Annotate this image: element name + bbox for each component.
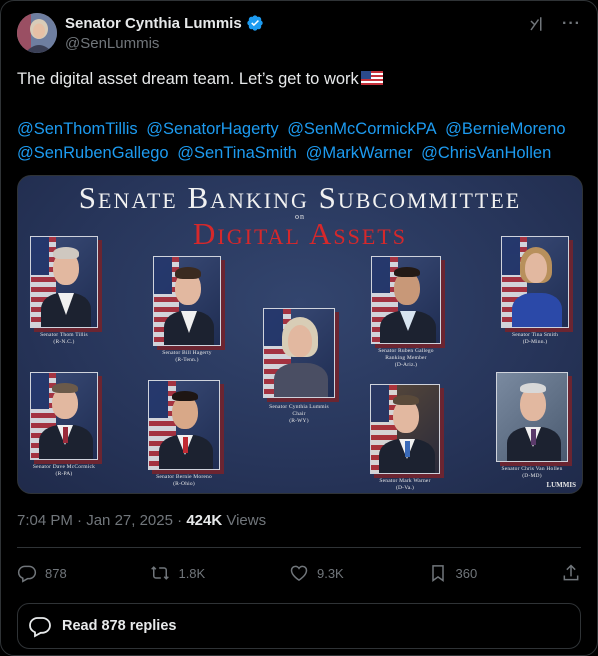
action-bar: 878 1.8K 9.3K 360 — [17, 559, 581, 587]
portrait-warner: Senator Mark Warner (D-Va.) — [370, 384, 440, 491]
author-avatar[interactable] — [17, 13, 57, 53]
portrait-vanhollen: Senator Chris Van Hollen (D-MD) — [496, 372, 568, 479]
tweet-header: Senator Cynthia Lummis @SenLummis ··· — [17, 13, 581, 55]
mention-link[interactable]: @SenatorHagerty — [146, 120, 278, 138]
banner-subtitle: Digital Assets — [193, 216, 407, 251]
watermark-logo: LUMMIS — [546, 481, 576, 489]
repost-count: 1.8K — [178, 565, 206, 581]
bookmark-count: 360 — [455, 565, 478, 581]
portrait-caption: Senator Tina Smith (D-Minn.) — [511, 332, 559, 345]
author-name-row[interactable]: Senator Cynthia Lummis — [65, 14, 264, 32]
mention-link[interactable]: @SenMcCormickPA — [287, 120, 436, 138]
author-display-name[interactable]: Senator Cynthia Lummis — [65, 15, 242, 32]
banner-title: Senate Banking Subcommittee — [78, 180, 522, 215]
portrait-lummis: Senator Cynthia Lummis Chair (R-WY) — [263, 308, 335, 424]
tweet-time[interactable]: 7:04 PM — [17, 512, 73, 529]
tweet-text: The digital asset dream team. Let’s get … — [17, 67, 581, 91]
repost-button[interactable]: 1.8K — [150, 563, 205, 583]
us-flag-icon — [360, 71, 383, 85]
portrait-caption: Senator Cynthia Lummis Chair (R-WY) — [269, 404, 329, 424]
tweet-meta: 7:04 PM · Jan 27, 2025 · 424K Views — [17, 512, 266, 529]
bookmark-button[interactable]: 360 — [428, 563, 478, 583]
tweet-body: The digital asset dream team. Let’s get … — [17, 70, 359, 88]
more-options-icon[interactable]: ··· — [562, 15, 581, 33]
views-label: Views — [222, 512, 267, 529]
views-count[interactable]: 424K — [186, 512, 222, 529]
share-button[interactable] — [561, 563, 581, 583]
portrait-caption: Senator Dave McCormick (R-PA) — [32, 464, 96, 477]
like-count: 9.3K — [316, 565, 344, 581]
read-replies-label: Read 878 replies — [62, 618, 177, 634]
portrait-caption: Senator Ruben Gallego Ranking Member (D-Ar… — [378, 348, 434, 368]
author-handle[interactable]: @SenLummis — [65, 35, 264, 52]
divider — [17, 547, 581, 548]
mention-link[interactable]: @BernieMoreno — [445, 120, 565, 138]
mention-link[interactable]: @ChrisVanHollen — [421, 144, 551, 162]
portrait-gallego: Senator Ruben Gallego Ranking Member (D-Ar… — [371, 256, 441, 368]
mention-link[interactable]: @MarkWarner — [306, 144, 413, 162]
reply-icon — [17, 565, 37, 583]
tweet-card: Senator Cynthia Lummis @SenLummis ··· Th… — [0, 0, 598, 656]
bookmark-icon — [431, 565, 444, 582]
portrait-caption: Senator Thom Tillis (R-N.C.) — [40, 332, 88, 345]
portrait-moreno: Senator Bernie Moreno (R-Ohio) — [148, 380, 220, 487]
portrait-hagerty: Senator Bill Hagerty (R-Tenn.) — [153, 256, 221, 363]
tweet-media-image[interactable]: Senate Banking Subcommittee on Digital A… — [17, 175, 583, 494]
reply-count: 878 — [45, 565, 67, 581]
mention-link[interactable]: @SenThomTillis — [17, 120, 138, 138]
heart-icon — [290, 565, 308, 581]
replies-bubble-icon — [29, 617, 51, 638]
share-icon — [563, 564, 579, 581]
meta-separator: · — [172, 512, 187, 529]
meta-separator: · — [72, 512, 87, 529]
verified-badge-icon — [247, 15, 263, 31]
portrait-caption: Senator Bernie Moreno (R-Ohio) — [156, 474, 212, 487]
grok-icon[interactable] — [528, 15, 546, 33]
tweet-date[interactable]: Jan 27, 2025 — [86, 512, 173, 529]
portrait-mccormick: Senator Dave McCormick (R-PA) — [30, 372, 98, 477]
reply-button[interactable]: 878 — [17, 563, 67, 583]
portrait-caption: Senator Chris Van Hollen (D-MD) — [501, 466, 563, 479]
portrait-caption: Senator Mark Warner (D-Va.) — [379, 478, 431, 491]
mention-link[interactable]: @SenRubenGallego — [17, 144, 169, 162]
like-button[interactable]: 9.3K — [289, 563, 344, 583]
repost-icon — [151, 566, 170, 580]
read-replies-button[interactable]: Read 878 replies — [17, 603, 581, 649]
portrait-smith: Senator Tina Smith (D-Minn.) — [501, 236, 569, 345]
mentions-block: @SenThomTillis @SenatorHagerty @SenMcCor… — [17, 117, 587, 165]
mention-link[interactable]: @SenTinaSmith — [177, 144, 297, 162]
portrait-tillis: Senator Thom Tillis (R-N.C.) — [30, 236, 98, 345]
portrait-caption: Senator Bill Hagerty (R-Tenn.) — [162, 350, 212, 363]
